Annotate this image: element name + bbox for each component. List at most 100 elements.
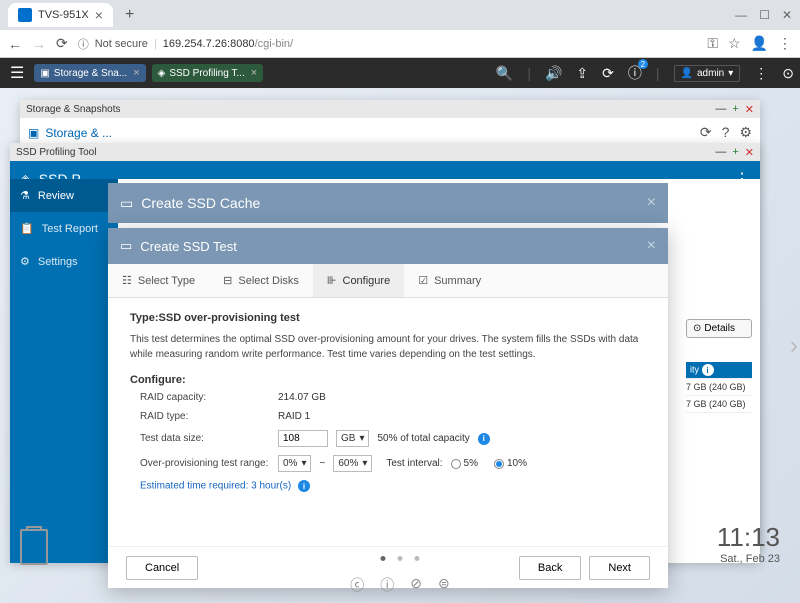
- close-icon[interactable]: ×: [647, 194, 656, 212]
- tasks-icon[interactable]: ⇪: [576, 65, 588, 82]
- info-icon[interactable]: i: [478, 433, 490, 445]
- minimize-icon[interactable]: —: [715, 146, 726, 159]
- gear-icon: ⚙: [20, 255, 30, 268]
- task-storage[interactable]: ▣ Storage & Sna... ×: [34, 64, 145, 82]
- star-icon[interactable]: ☆: [728, 35, 741, 52]
- browser-tab[interactable]: TVS-951X ×: [8, 3, 113, 27]
- nc-icon[interactable]: ⊘: [410, 575, 422, 595]
- details-label: Details: [704, 323, 735, 334]
- new-tab-button[interactable]: +: [117, 6, 142, 24]
- volume-icon[interactable]: 🔊: [545, 65, 562, 82]
- back-button[interactable]: ←: [8, 36, 22, 52]
- gear-icon[interactable]: ⚙: [739, 124, 752, 141]
- clock-time: 11:13: [717, 522, 780, 553]
- refresh-icon[interactable]: ⟳: [602, 65, 614, 82]
- window-title: SSD Profiling Tool: [16, 147, 96, 158]
- window-title: Storage & Snapshots: [26, 104, 121, 115]
- task-ssdp[interactable]: ◈ SSD Profiling T... ×: [152, 64, 264, 82]
- modal-title: Create SSD Cache: [141, 195, 260, 211]
- test-size-pct: 50% of total capacity: [377, 433, 469, 444]
- minimize-icon[interactable]: —: [735, 8, 747, 22]
- sidebar-item-reports[interactable]: 📋 Test Report: [10, 212, 118, 245]
- test-size-input[interactable]: [278, 430, 328, 447]
- maximize-icon[interactable]: +: [732, 103, 738, 116]
- trash-icon[interactable]: [20, 529, 48, 565]
- interval-10-radio[interactable]: 10%: [494, 458, 527, 469]
- sidebar-label: Settings: [38, 256, 78, 268]
- page-dot[interactable]: [381, 556, 386, 561]
- key-icon[interactable]: ⚿: [707, 35, 718, 52]
- clock: 11:13 Sat., Feb 23: [717, 522, 780, 565]
- maximize-icon[interactable]: +: [732, 146, 738, 159]
- address-bar[interactable]: ⓘ Not secure | 169.254.7.26:8080/cgi-bin…: [78, 36, 698, 52]
- chevron-down-icon: ▾: [301, 458, 306, 469]
- step-configure[interactable]: ⊪Configure: [313, 264, 404, 297]
- back-button[interactable]: Back: [519, 556, 581, 580]
- close-icon[interactable]: ✕: [745, 103, 754, 116]
- step-summary[interactable]: ☑Summary: [404, 264, 495, 297]
- person-icon[interactable]: ⓘ: [380, 575, 394, 595]
- forward-button[interactable]: →: [32, 36, 46, 52]
- task-close-icon[interactable]: ×: [133, 67, 139, 79]
- op-max-select[interactable]: 60% ▾: [333, 455, 372, 472]
- close-icon[interactable]: ✕: [782, 8, 792, 22]
- more-icon[interactable]: ⋮: [754, 65, 768, 82]
- user-icon: 👤: [681, 68, 693, 79]
- minimize-icon[interactable]: —: [715, 103, 726, 116]
- app-title: Storage & ...: [45, 126, 112, 140]
- task-label: SSD Profiling T...: [169, 68, 244, 79]
- interval-5-radio[interactable]: 5%: [451, 458, 478, 469]
- info-icon[interactable]: i: [298, 480, 310, 492]
- step-select-disks[interactable]: ⊟Select Disks: [209, 264, 313, 297]
- app-icon: ▣: [28, 126, 39, 140]
- drive-row: 7 GB (240 GB): [686, 379, 752, 396]
- hamburger-icon[interactable]: ☰: [6, 63, 28, 83]
- page-dot[interactable]: [415, 556, 420, 561]
- configure-heading: Configure:: [130, 374, 646, 386]
- info-badge-icon[interactable]: ⓘ: [628, 63, 642, 83]
- page-dot[interactable]: [398, 556, 403, 561]
- task-close-icon[interactable]: ×: [251, 67, 257, 79]
- user-menu[interactable]: 👤 admin ▾: [674, 65, 741, 82]
- raid-capacity-value: 214.07 GB: [278, 392, 326, 403]
- chevron-down-icon: ▾: [359, 433, 364, 444]
- drive-icon: ▭: [120, 195, 133, 212]
- sidebar-item-settings[interactable]: ⚙ Settings: [10, 245, 118, 278]
- sidebar-item-review[interactable]: ⚗ Review: [10, 179, 118, 212]
- info-icon: ⓘ: [78, 36, 89, 52]
- step-select-type[interactable]: ☷Select Type: [108, 264, 209, 297]
- eq-icon[interactable]: ⊜: [438, 575, 450, 595]
- raid-type-label: RAID type:: [140, 411, 270, 422]
- account-icon[interactable]: 👤: [751, 35, 768, 52]
- next-button[interactable]: Next: [589, 556, 650, 580]
- help-icon[interactable]: ?: [722, 124, 730, 141]
- list-icon: ☷: [122, 274, 132, 287]
- chevron-down-icon: ▾: [728, 68, 733, 79]
- modal-create-cache-header: ▭ Create SSD Cache ×: [108, 183, 668, 223]
- maximize-icon[interactable]: ☐: [759, 8, 770, 22]
- test-size-unit-select[interactable]: GB ▾: [336, 430, 369, 447]
- tab-close-icon[interactable]: ×: [95, 7, 103, 23]
- search-icon[interactable]: 🔍: [496, 65, 513, 82]
- interval-label: Test interval:: [386, 458, 442, 469]
- close-icon[interactable]: ×: [647, 237, 656, 255]
- op-min-select[interactable]: 0% ▾: [278, 455, 311, 472]
- menu-icon[interactable]: ⋮: [778, 35, 792, 52]
- refresh-icon[interactable]: ⟳: [700, 124, 712, 141]
- disk-icon: ⊟: [223, 274, 232, 287]
- sidebar-label: Test Report: [42, 223, 98, 235]
- close-icon[interactable]: ✕: [745, 146, 754, 159]
- cc-icon[interactable]: ⓒ: [350, 575, 364, 595]
- dashboard-icon[interactable]: ⊙: [782, 65, 794, 82]
- sliders-icon: ⊪: [327, 274, 337, 287]
- modal-title: Create SSD Test: [140, 239, 237, 254]
- desktop-next-icon[interactable]: ›: [790, 332, 798, 360]
- cancel-button[interactable]: Cancel: [126, 556, 198, 580]
- desktop-pager[interactable]: [381, 556, 420, 561]
- raid-type-value: RAID 1: [278, 411, 310, 422]
- details-button[interactable]: ⊙ Details: [686, 319, 752, 338]
- reload-button[interactable]: ⟳: [56, 35, 68, 52]
- test-size-label: Test data size:: [140, 433, 270, 444]
- flask-icon: ⚗: [20, 189, 30, 202]
- drive-row: 7 GB (240 GB): [686, 396, 752, 413]
